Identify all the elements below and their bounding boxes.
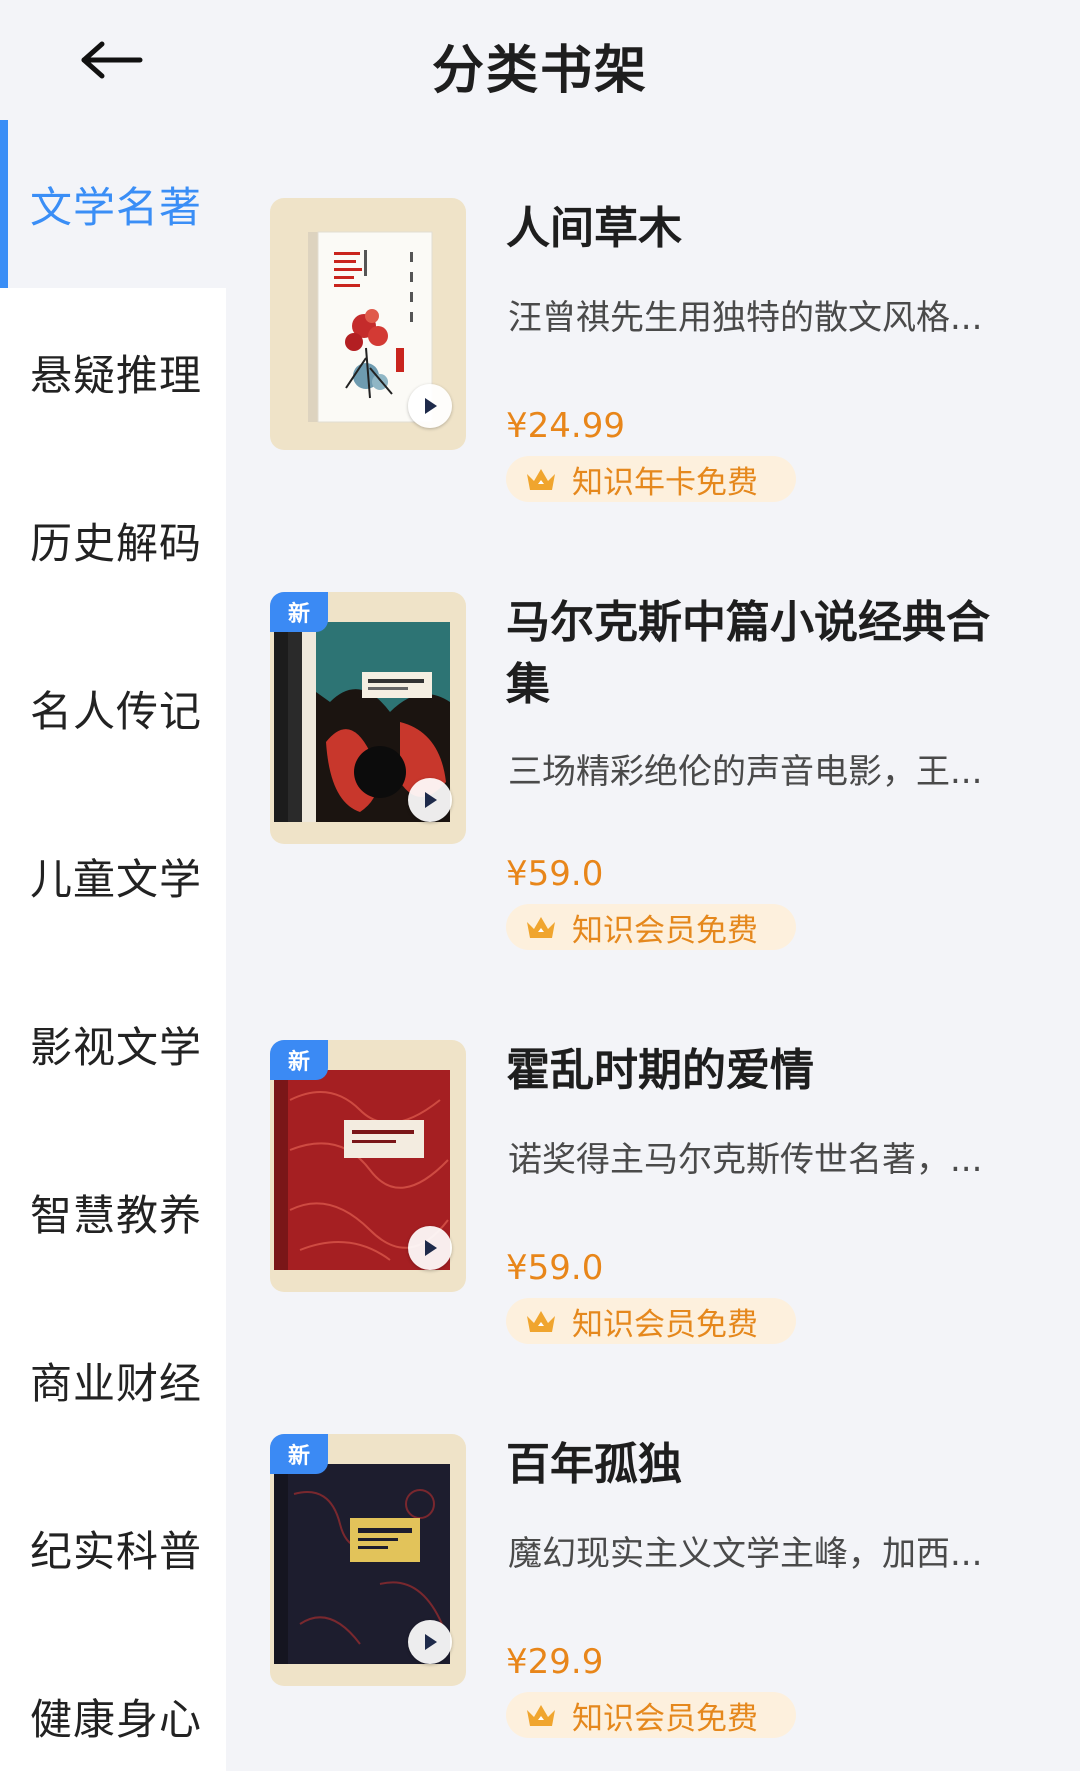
crown-icon xyxy=(524,464,558,494)
book-item[interactable]: 新 百年孤独 魔幻现实主义文学主峰，加西... ¥29.9 知识会员免费 xyxy=(270,1434,1050,1764)
play-icon xyxy=(425,792,437,808)
page-title: 分类书架 xyxy=(431,41,648,101)
play-icon xyxy=(425,398,437,414)
category-sidebar: 文学名著 悬疑推理 历史解码 名人传记 儿童文学 影视文学 智慧教养 商业财经 … xyxy=(0,120,226,1771)
header-bar: 分类书架 xyxy=(0,0,1080,120)
play-icon xyxy=(425,1240,437,1256)
play-icon xyxy=(425,1634,437,1650)
category-label: 智慧教养 xyxy=(30,1190,203,1240)
category-label: 文学名著 xyxy=(30,182,203,232)
membership-label: 知识会员免费 xyxy=(572,1306,758,1343)
category-label: 商业财经 xyxy=(30,1358,203,1408)
audio-play-button[interactable] xyxy=(408,1620,452,1664)
membership-label: 知识年卡免费 xyxy=(572,464,758,501)
book-item[interactable]: 人间草木 汪曾祺先生用独特的散文风格... ¥24.99 知识年卡免费 xyxy=(270,198,1050,528)
membership-label: 知识会员免费 xyxy=(572,912,758,949)
new-badge: 新 xyxy=(270,1434,328,1474)
book-cover[interactable] xyxy=(270,198,466,450)
category-item-children[interactable]: 儿童文学 xyxy=(0,792,226,960)
book-cover[interactable]: 新 xyxy=(270,592,466,844)
membership-free-badge: 知识会员免费 xyxy=(506,1692,796,1738)
category-item-biography[interactable]: 名人传记 xyxy=(0,624,226,792)
category-item-parenting[interactable]: 智慧教养 xyxy=(0,1128,226,1296)
book-item[interactable]: 新 霍乱时期的爱情 诺奖得主马尔克斯传世名著，... ¥59.0 知识会员免费 xyxy=(270,1040,1050,1370)
category-label: 影视文学 xyxy=(30,1022,203,1072)
category-item-science[interactable]: 纪实科普 xyxy=(0,1464,226,1632)
book-price: ¥59.0 xyxy=(506,1248,604,1288)
membership-free-badge: 知识会员免费 xyxy=(506,904,796,950)
category-label: 纪实科普 xyxy=(30,1526,203,1576)
book-cover[interactable]: 新 xyxy=(270,1434,466,1686)
audio-play-button[interactable] xyxy=(408,1226,452,1270)
membership-free-badge: 知识年卡免费 xyxy=(506,456,796,502)
book-title: 马尔克斯中篇小说经典合集 xyxy=(506,597,990,710)
crown-icon xyxy=(524,1306,558,1336)
category-label: 历史解码 xyxy=(30,518,203,568)
category-item-literature-classics[interactable]: 文学名著 xyxy=(0,120,226,288)
book-item[interactable]: 新 马尔克斯中篇小说经典合集 三场精彩绝伦的声音电影，王... ¥59.0 知识… xyxy=(270,592,1050,950)
category-item-business[interactable]: 商业财经 xyxy=(0,1296,226,1464)
audio-play-button[interactable] xyxy=(408,778,452,822)
book-cover[interactable]: 新 xyxy=(270,1040,466,1292)
new-badge: 新 xyxy=(270,592,328,632)
book-title: 百年孤独 xyxy=(506,1439,682,1490)
category-label: 名人传记 xyxy=(30,686,203,736)
category-item-film-literature[interactable]: 影视文学 xyxy=(0,960,226,1128)
crown-icon xyxy=(524,912,558,942)
book-title: 霍乱时期的爱情 xyxy=(506,1045,814,1096)
book-price: ¥59.0 xyxy=(506,854,604,894)
audio-play-button[interactable] xyxy=(408,384,452,428)
category-label: 儿童文学 xyxy=(30,854,203,904)
book-description: 三场精彩绝伦的声音电影，王... xyxy=(508,752,983,792)
membership-free-badge: 知识会员免费 xyxy=(506,1298,796,1344)
category-item-history[interactable]: 历史解码 xyxy=(0,456,226,624)
new-badge: 新 xyxy=(270,1040,328,1080)
category-label: 健康身心 xyxy=(30,1694,203,1744)
category-item-mystery[interactable]: 悬疑推理 xyxy=(0,288,226,456)
book-description: 汪曾祺先生用独特的散文风格... xyxy=(508,298,983,338)
book-price: ¥24.99 xyxy=(506,406,625,446)
category-item-health[interactable]: 健康身心 xyxy=(0,1632,226,1771)
book-title: 人间草木 xyxy=(506,203,682,254)
membership-label: 知识会员免费 xyxy=(572,1700,758,1737)
book-description: 诺奖得主马尔克斯传世名著，... xyxy=(508,1140,983,1180)
crown-icon xyxy=(524,1700,558,1730)
book-price: ¥29.9 xyxy=(506,1642,604,1682)
book-description: 魔幻现实主义文学主峰，加西... xyxy=(508,1534,983,1574)
category-label: 悬疑推理 xyxy=(30,350,203,400)
